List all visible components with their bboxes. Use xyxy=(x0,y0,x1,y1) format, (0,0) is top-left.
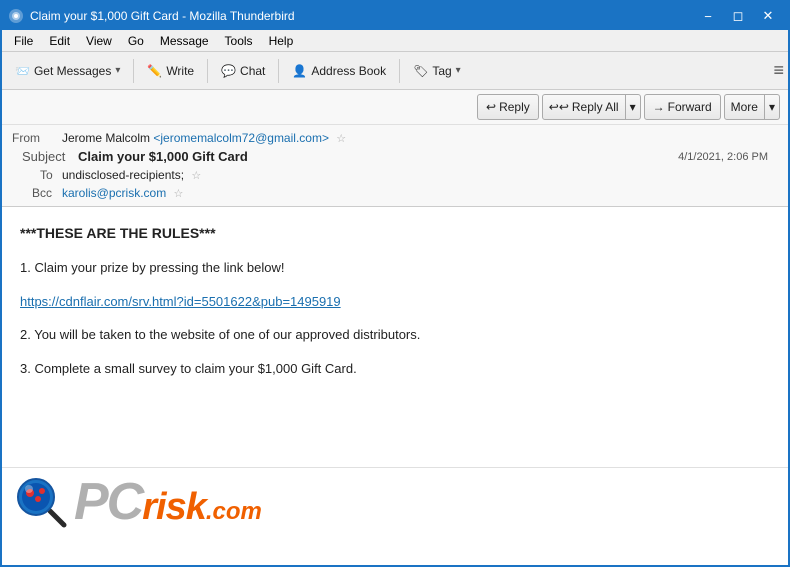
toolbar: 📨 Get Messages ▾ ✏️ Write 💬 Chat 👤 Addre… xyxy=(2,52,788,90)
get-messages-icon: 📨 xyxy=(15,64,30,78)
get-messages-label: Get Messages xyxy=(34,64,111,78)
email-link-para: https://cdnflair.com/srv.html?id=5501622… xyxy=(20,292,770,312)
subject-row: Subject Claim your $1,000 Gift Card 4/1/… xyxy=(12,147,778,166)
logo-magnifier-icon xyxy=(16,477,68,529)
write-icon: ✏️ xyxy=(147,64,162,78)
chat-button[interactable]: 💬 Chat xyxy=(212,56,274,86)
sender-email: <jeromemalcolm72@gmail.com> xyxy=(153,131,329,145)
minimize-button[interactable]: − xyxy=(694,6,722,26)
close-button[interactable]: ✕ xyxy=(754,6,782,26)
restore-button[interactable]: ◻ xyxy=(724,6,752,26)
tag-label: Tag xyxy=(432,64,451,78)
reply-icon: ↩ xyxy=(486,100,496,114)
from-star-icon[interactable]: ☆ xyxy=(336,133,346,145)
tag-icon: 🏷 xyxy=(413,64,428,78)
reply-all-icon: ↩↩ xyxy=(549,100,569,114)
to-recipients: undisclosed-recipients; xyxy=(62,168,184,182)
menu-view[interactable]: View xyxy=(78,32,120,50)
reply-label: Reply xyxy=(499,100,530,114)
from-value: Jerome Malcolm <jeromemalcolm72@gmail.co… xyxy=(62,131,778,145)
chat-label: Chat xyxy=(240,64,265,78)
to-label: To xyxy=(12,168,62,182)
forward-label: Forward xyxy=(668,100,712,114)
phishing-link[interactable]: https://cdnflair.com/srv.html?id=5501622… xyxy=(20,294,341,309)
more-button[interactable]: More xyxy=(725,94,764,120)
more-label: More xyxy=(731,100,758,114)
tag-button[interactable]: 🏷 Tag ▾ xyxy=(404,56,470,86)
menu-file[interactable]: File xyxy=(6,32,41,50)
subject-label: Subject xyxy=(22,149,72,164)
step3-text: 3. Complete a small survey to claim your… xyxy=(20,359,770,379)
reply-all-dropdown-button[interactable]: ▾ xyxy=(625,94,640,120)
email-action-toolbar: ↩ Reply ↩↩ Reply All ▾ → Forward More ▾ xyxy=(2,90,788,125)
bcc-row: Bcc karolis@pcrisk.com ☆ xyxy=(12,184,778,202)
step2-text: 2. You will be taken to the website of o… xyxy=(20,325,770,345)
logo-dotcom-text: .com xyxy=(206,498,262,526)
toolbar-separator-4 xyxy=(399,59,400,83)
forward-button[interactable]: → Forward xyxy=(644,94,721,120)
address-book-icon: 👤 xyxy=(292,64,307,78)
tag-dropdown-icon[interactable]: ▾ xyxy=(456,65,461,76)
from-label: From xyxy=(12,131,62,145)
logo-text: PC risk .com xyxy=(74,476,262,529)
bcc-star-icon[interactable]: ☆ xyxy=(174,188,184,200)
menu-tools[interactable]: Tools xyxy=(217,32,261,50)
step1-text: 1. Claim your prize by pressing the link… xyxy=(20,258,770,278)
toolbar-separator-3 xyxy=(278,59,279,83)
rules-header: ***THESE ARE THE RULES*** xyxy=(20,223,770,244)
menu-bar: File Edit View Go Message Tools Help xyxy=(2,30,788,52)
menu-message[interactable]: Message xyxy=(152,32,217,50)
bcc-label: Bcc xyxy=(12,186,62,200)
address-book-label: Address Book xyxy=(311,64,386,78)
address-book-button[interactable]: 👤 Address Book xyxy=(283,56,395,86)
bcc-recipients: karolis@pcrisk.com xyxy=(62,186,166,200)
window-title: Claim your $1,000 Gift Card - Mozilla Th… xyxy=(30,9,694,23)
subject-value: Claim your $1,000 Gift Card xyxy=(78,149,248,164)
title-bar: Claim your $1,000 Gift Card - Mozilla Th… xyxy=(2,2,788,30)
to-row: To undisclosed-recipients; ☆ xyxy=(12,166,778,184)
reply-all-button[interactable]: ↩↩ Reply All xyxy=(543,94,625,120)
reply-button[interactable]: ↩ Reply xyxy=(477,94,539,120)
logo-area: PC risk .com xyxy=(2,467,788,537)
get-messages-button[interactable]: 📨 Get Messages ▾ xyxy=(6,56,129,86)
chat-icon: 💬 xyxy=(221,64,236,78)
sender-name: Jerome Malcolm xyxy=(62,131,150,145)
write-button[interactable]: ✏️ Write xyxy=(138,56,203,86)
more-dropdown-button[interactable]: ▾ xyxy=(764,94,779,120)
reply-all-label: Reply All xyxy=(572,100,619,114)
email-body: ***THESE ARE THE RULES*** 1. Claim your … xyxy=(2,207,788,467)
from-row: From Jerome Malcolm <jeromemalcolm72@gma… xyxy=(12,129,778,147)
reply-all-group: ↩↩ Reply All ▾ xyxy=(542,94,641,120)
email-header: ↩ Reply ↩↩ Reply All ▾ → Forward More ▾ … xyxy=(2,90,788,207)
menu-edit[interactable]: Edit xyxy=(41,32,78,50)
to-star-icon[interactable]: ☆ xyxy=(191,170,201,182)
toolbar-menu-icon[interactable]: ≡ xyxy=(773,60,784,81)
more-group: More ▾ xyxy=(724,94,780,120)
write-label: Write xyxy=(166,64,194,78)
to-value: undisclosed-recipients; ☆ xyxy=(62,168,778,182)
get-messages-dropdown-icon[interactable]: ▾ xyxy=(115,65,120,76)
toolbar-separator-2 xyxy=(207,59,208,83)
logo-pc-text: PC xyxy=(74,476,142,528)
toolbar-separator-1 xyxy=(133,59,134,83)
forward-icon: → xyxy=(653,100,665,114)
email-fields: From Jerome Malcolm <jeromemalcolm72@gma… xyxy=(2,125,788,206)
email-date: 4/1/2021, 2:06 PM xyxy=(678,151,768,163)
logo-risk-text: risk xyxy=(142,486,206,529)
menu-help[interactable]: Help xyxy=(261,32,302,50)
app-icon xyxy=(8,8,24,24)
menu-go[interactable]: Go xyxy=(120,32,152,50)
bcc-value: karolis@pcrisk.com ☆ xyxy=(62,186,778,200)
